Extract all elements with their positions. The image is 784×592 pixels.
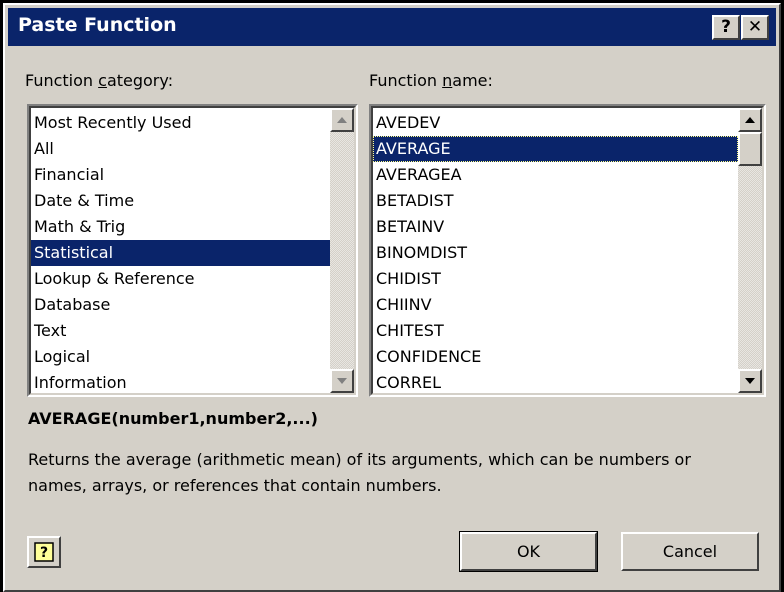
category-scroll-down-button[interactable] bbox=[330, 369, 354, 393]
title-close-button[interactable]: ✕ bbox=[741, 15, 769, 40]
function-scroll-thumb[interactable] bbox=[738, 132, 762, 166]
function-list-item[interactable]: CHIINV bbox=[373, 292, 738, 318]
question-mark-icon: ? bbox=[721, 17, 731, 37]
category-list-item[interactable]: Database bbox=[31, 292, 330, 318]
function-list-item[interactable]: CORREL bbox=[373, 370, 738, 393]
function-scroll-down-button[interactable] bbox=[738, 369, 762, 393]
triangle-down-icon bbox=[745, 378, 755, 384]
category-list-item[interactable]: Most Recently Used bbox=[31, 110, 330, 136]
cancel-button[interactable]: Cancel bbox=[621, 532, 759, 571]
dialog-body: Paste Function ? ✕ Function category: Fu… bbox=[3, 3, 781, 592]
function-items: AVEDEV AVERAGE AVERAGEA BETADIST BETAINV BINO… bbox=[373, 110, 738, 393]
function-scroll-up-button[interactable] bbox=[738, 108, 762, 132]
function-syntax: AVERAGE(number1,number2,...) bbox=[28, 409, 318, 428]
category-list-item[interactable]: Text bbox=[31, 318, 330, 344]
function-list-item[interactable]: CHIDIST bbox=[373, 266, 738, 292]
triangle-up-icon bbox=[745, 117, 755, 123]
category-list-item[interactable]: Information bbox=[31, 370, 330, 393]
category-scrollbar[interactable] bbox=[330, 108, 354, 393]
function-list-item[interactable]: BINOMDIST bbox=[373, 240, 738, 266]
function-label-accel: n bbox=[442, 71, 453, 90]
function-scrollbar[interactable] bbox=[738, 108, 762, 393]
category-list-item[interactable]: Date & Time bbox=[31, 188, 330, 214]
office-assistant-button[interactable]: ? bbox=[27, 536, 61, 568]
function-label-suffix: ame: bbox=[452, 71, 493, 90]
function-list-item[interactable]: AVERAGEA bbox=[373, 162, 738, 188]
triangle-up-icon bbox=[337, 117, 347, 123]
function-name-label: Function name: bbox=[369, 71, 493, 90]
category-list-item[interactable]: Financial bbox=[31, 162, 330, 188]
function-list-frame: AVEDEV AVERAGE AVERAGEA BETADIST BETAINV BINO… bbox=[371, 106, 764, 395]
paste-function-dialog: Paste Function ? ✕ Function category: Fu… bbox=[0, 0, 784, 592]
title-bar[interactable]: Paste Function ? ✕ bbox=[8, 8, 776, 46]
category-list-item[interactable]: Statistical bbox=[31, 240, 330, 266]
category-list-item[interactable]: All bbox=[31, 136, 330, 162]
function-list-item[interactable]: AVERAGE bbox=[373, 136, 738, 162]
help-icon: ? bbox=[34, 542, 54, 562]
function-list-item[interactable]: BETAINV bbox=[373, 214, 738, 240]
category-list-frame: Most Recently Used All Financial Date & Tim… bbox=[29, 106, 356, 395]
function-category-label: Function category: bbox=[25, 71, 173, 90]
category-label-accel: c bbox=[98, 71, 107, 90]
function-name-list[interactable]: AVEDEV AVERAGE AVERAGEA BETADIST BETAINV BINO… bbox=[369, 104, 766, 397]
dialog-title: Paste Function bbox=[18, 14, 177, 36]
triangle-down-icon bbox=[337, 378, 347, 384]
category-list-item[interactable]: Logical bbox=[31, 344, 330, 370]
title-help-button[interactable]: ? bbox=[712, 15, 740, 40]
help-icon-glyph: ? bbox=[40, 545, 48, 561]
close-icon: ✕ bbox=[747, 17, 763, 37]
category-scroll-up-button[interactable] bbox=[330, 108, 354, 132]
category-list-item[interactable]: Math & Trig bbox=[31, 214, 330, 240]
function-label-prefix: Function bbox=[369, 71, 443, 90]
function-list-item[interactable]: BETADIST bbox=[373, 188, 738, 214]
category-items: Most Recently Used All Financial Date & Tim… bbox=[31, 110, 330, 393]
category-label-suffix: ategory: bbox=[106, 71, 174, 90]
function-list-item[interactable]: AVEDEV bbox=[373, 110, 738, 136]
function-list-item[interactable]: CHITEST bbox=[373, 318, 738, 344]
function-description: Returns the average (arithmetic mean) of… bbox=[28, 450, 691, 495]
category-list-item[interactable]: Lookup & Reference bbox=[31, 266, 330, 292]
function-list-item[interactable]: CONFIDENCE bbox=[373, 344, 738, 370]
function-category-list[interactable]: Most Recently Used All Financial Date & Tim… bbox=[27, 104, 358, 397]
ok-button[interactable]: OK bbox=[459, 531, 598, 572]
category-label-prefix: Function bbox=[25, 71, 99, 90]
